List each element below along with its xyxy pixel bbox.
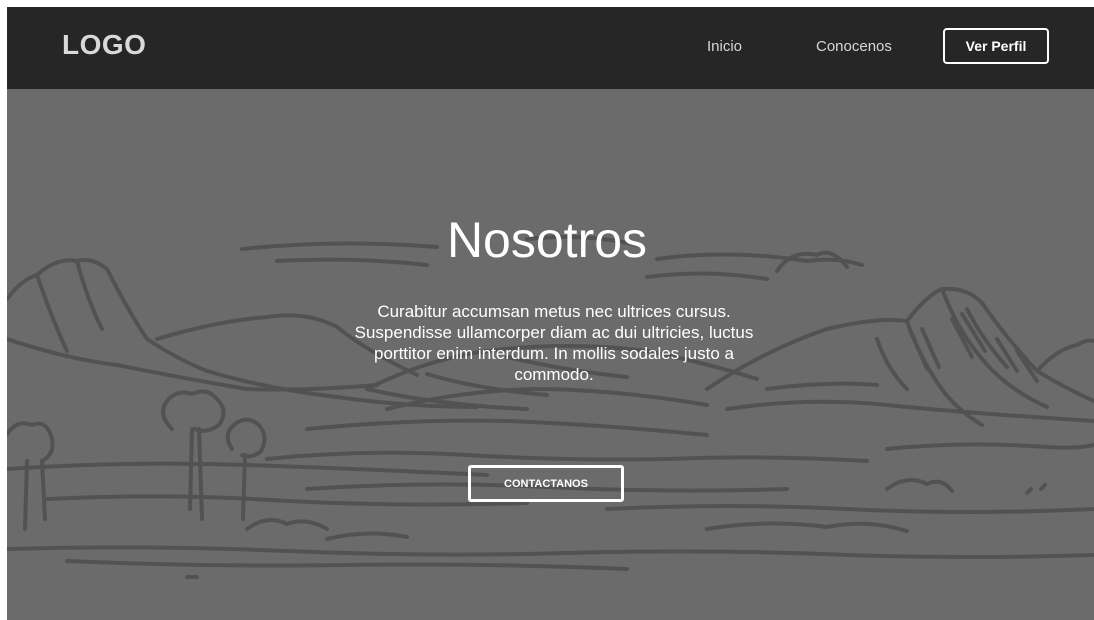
top-navbar: LOGO Inicio Conocenos Ver Perfil <box>7 7 1094 89</box>
ver-perfil-button[interactable]: Ver Perfil <box>943 28 1049 64</box>
logo[interactable]: LOGO <box>62 29 146 61</box>
nav-link-conocenos[interactable]: Conocenos <box>816 38 892 55</box>
page-frame: LOGO Inicio Conocenos Ver Perfil Nosotro… <box>7 7 1094 620</box>
nav-link-inicio[interactable]: Inicio <box>707 38 742 55</box>
contactanos-button[interactable]: CONTACTANOS <box>468 465 624 502</box>
hero-title: Nosotros <box>446 212 648 268</box>
hero-description: Curabitur accumsan metus nec ultrices cu… <box>354 302 754 384</box>
